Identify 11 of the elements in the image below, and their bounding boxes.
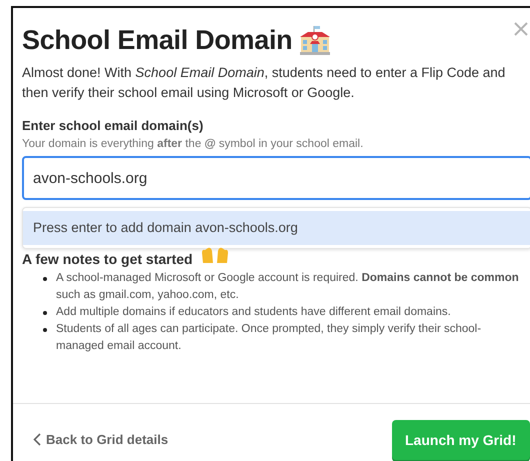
back-link[interactable]: Back to Grid details xyxy=(33,432,168,447)
domain-input-field[interactable]: avon-schools.org xyxy=(22,156,530,200)
suggestion-option[interactable]: Press enter to add domain avon-schools.org xyxy=(23,211,530,245)
field-hint: Your domain is everything after the @ symbol in your school email. xyxy=(22,138,364,150)
dialog-title: School Email Domain xyxy=(22,24,292,56)
field-label: Enter school email domain(s) xyxy=(22,118,204,133)
notes-heading: A few notes to get started xyxy=(22,251,193,267)
note-item: A school-managed Microsoft or Google account is required. Domains cannot be common such as gmail.com, yahoo.com, etc. xyxy=(56,271,519,303)
intro-text: Almost done! With School Email Domain, students need to enter a Flip Code and then verify their school email using Microsoft or Google. xyxy=(22,64,506,102)
note-item: Add multiple domains if educators and students have different email domains. xyxy=(56,305,451,320)
note-item: Students of all ages can participate. Once prompted, they simply verify their school- managed email account. xyxy=(56,322,482,354)
